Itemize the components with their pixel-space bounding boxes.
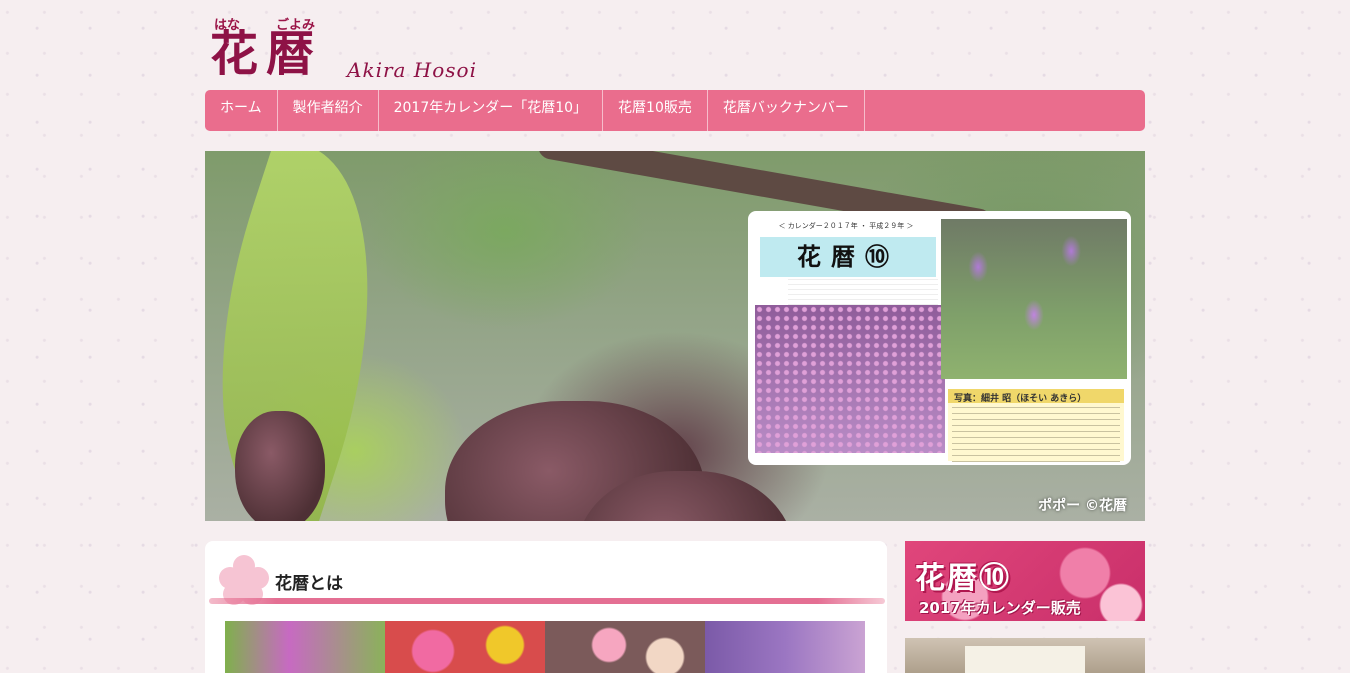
calendar-preview-text [788,279,938,305]
nav-item-home[interactable]: ホーム [205,90,278,131]
brush-divider [209,598,885,604]
calendar-photo-knotweed [755,305,945,453]
flower-thumbnail[interactable] [545,621,705,673]
nav-item-sales[interactable]: 花暦10販売 [603,90,708,131]
calendar-preview-info-box: 写真：細井 昭（ほそい あきら） [948,389,1124,467]
calendar-preview-info-lines [952,407,1120,467]
logo-kanji: 花暦 [210,26,323,82]
about-section: 花暦とは [205,541,887,673]
nav-item-calendar-2017[interactable]: 2017年カレンダー「花暦10」 [379,90,604,131]
sidebar-photo-banner[interactable] [905,638,1145,673]
logo-latin-name: Akira Hosoi [347,58,477,82]
section-title: 花暦とは [275,574,343,594]
nav-item-back-numbers[interactable]: 花暦バックナンバー [708,90,865,131]
calendar-preview-title: ＜ カレンダー２０１７年 ・ 平成２９年 ＞ [778,222,914,230]
sidebar-photo-sign [965,646,1085,673]
hero-image: ＜ カレンダー２０１７年 ・ 平成２９年 ＞ 花暦⑩ 写真：細井 昭（ほそい あ… [205,151,1145,521]
nav-item-creator[interactable]: 製作者紹介 [278,90,379,131]
hero-credit: ポポー ©花暦 [1038,498,1127,514]
site-logo[interactable]: はな ごよみ 花暦 Akira Hosoi [210,14,490,84]
flower-thumbnails [225,621,865,673]
calendar-preview-photographer: 写真：細井 昭（ほそい あきら） [954,394,1087,404]
sales-banner-title: 花暦⑩ [915,561,1011,596]
flower-thumbnail[interactable] [385,621,545,673]
hero-flower [235,411,325,521]
global-nav: ホーム 製作者紹介 2017年カレンダー「花暦10」 花暦10販売 花暦バックナ… [205,90,1145,131]
calendar-photo-katakuri [941,219,1127,379]
calendar-preview-card: ＜ カレンダー２０１７年 ・ 平成２９年 ＞ 花暦⑩ 写真：細井 昭（ほそい あ… [748,211,1131,467]
calendar-preview-heading: 花暦⑩ [760,237,936,277]
sales-banner[interactable]: 花暦⑩ 2017年カレンダー販売 [905,541,1145,621]
flower-thumbnail[interactable] [705,621,865,673]
sales-banner-subtitle: 2017年カレンダー販売 [919,599,1081,617]
flower-thumbnail[interactable] [225,621,385,673]
